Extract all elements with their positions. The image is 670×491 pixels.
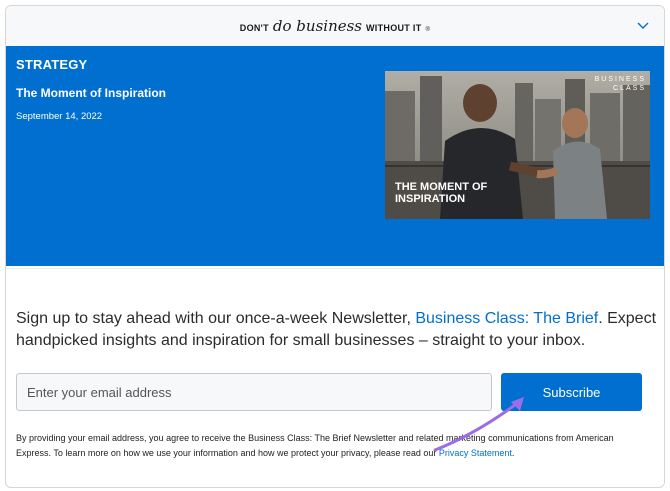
thumbnail-caption: THE MOMENT OF INSPIRATION [395,181,488,205]
tagline-right: WITHOUT IT [366,23,422,33]
newsletter-link[interactable]: Business Class: The Brief [415,310,598,327]
tagline-mark: ® [425,27,431,33]
article-title[interactable]: The Moment of Inspiration [16,86,166,100]
privacy-disclaimer: By providing your email address, you agr… [16,431,636,461]
email-input[interactable] [16,373,492,411]
section-divider [6,268,664,269]
subscribe-button[interactable]: Subscribe [501,373,642,411]
article-thumbnail[interactable]: BUSINESS CLASS THE MOMENT OF INSPIRATION [385,71,650,219]
thumbnail-brand: BUSINESS CLASS [594,76,646,92]
tagline-script: do business [272,17,362,35]
article-hero[interactable]: STRATEGY The Moment of Inspiration Septe… [6,46,664,266]
article-date: September 14, 2022 [16,111,103,122]
tagline-left: DON'T [239,23,269,33]
newsletter-pitch: Sign up to stay ahead with our once-a-we… [16,308,664,352]
disclaimer-end: . [511,448,515,458]
pitch-text: Sign up to stay ahead with our once-a-we… [16,310,416,327]
newsletter-card: DON'T do business WITHOUT IT ® STRATEGY T… [5,5,665,488]
brand-bar: DON'T do business WITHOUT IT ® [6,6,664,47]
disclaimer-text: By providing your email address, you agr… [16,433,614,458]
privacy-statement-link[interactable]: Privacy Statement [439,448,512,458]
brand-tagline: DON'T do business WITHOUT IT ® [240,17,430,35]
category-label: STRATEGY [16,57,88,72]
chevron-down-icon[interactable] [636,18,650,32]
